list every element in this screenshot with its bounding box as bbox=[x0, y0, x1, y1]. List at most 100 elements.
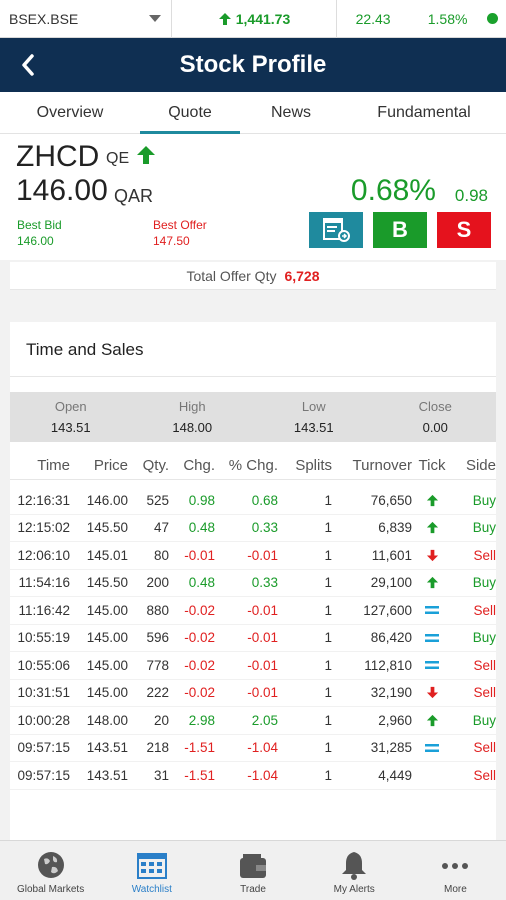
section-title: Time and Sales bbox=[26, 340, 144, 359]
nav-watchlist[interactable]: Watchlist bbox=[101, 841, 202, 900]
table-row: 10:55:06 145.00 778 -0.02 -0.01 1 112,810 Sell bbox=[10, 652, 496, 680]
trade-side: Buy bbox=[472, 492, 496, 508]
trade-turnover: 32,190 bbox=[370, 685, 412, 701]
tab-fundamental[interactable]: Fundamental bbox=[342, 92, 506, 134]
trade-splits: 1 bbox=[324, 657, 332, 673]
tick-equal-icon bbox=[412, 660, 452, 670]
trade-splits: 1 bbox=[324, 712, 332, 728]
trade-qty: 778 bbox=[146, 657, 169, 673]
trade-price: 145.00 bbox=[86, 685, 128, 701]
trade-side: Sell bbox=[473, 602, 496, 618]
column-header: Turnover bbox=[352, 457, 412, 474]
index-value: 1,441.73 bbox=[235, 10, 291, 27]
trades-table-body: 12:16:31 146.00 525 0.98 0.68 1 76,650 Buy 12:15… bbox=[10, 487, 496, 790]
column-header: Price bbox=[93, 457, 128, 474]
trade-change-pct: -0.01 bbox=[247, 657, 278, 673]
nav-global-markets[interactable]: Global Markets bbox=[0, 841, 101, 900]
watchlist-icon bbox=[136, 853, 167, 879]
bell-icon bbox=[342, 852, 367, 880]
trade-time: 11:54:16 bbox=[18, 575, 70, 591]
table-row: 11:16:42 145.00 880 -0.02 -0.01 1 127,600 Sell bbox=[10, 597, 496, 625]
trade-change: 2.98 bbox=[188, 712, 215, 728]
trade-change-pct: -0.01 bbox=[247, 630, 278, 646]
document-refresh-icon bbox=[323, 218, 350, 242]
divider bbox=[10, 376, 496, 377]
summary-value: 0.00 bbox=[422, 420, 448, 435]
tick-equal-icon bbox=[412, 743, 452, 753]
summary-value: 148.00 bbox=[172, 420, 213, 435]
column-header: % Chg. bbox=[228, 457, 278, 474]
trade-time: 12:15:02 bbox=[17, 520, 70, 536]
trade-change: 0.98 bbox=[188, 492, 215, 508]
trade-time: 10:55:06 bbox=[17, 657, 70, 673]
price-summary: Open 143.51 High 148.00 Low 143.51 Close… bbox=[10, 392, 496, 442]
trade-time: 10:00:28 bbox=[17, 712, 70, 728]
trade-side: Buy bbox=[472, 630, 496, 646]
summary-label: High bbox=[178, 399, 206, 414]
quote-panel: ZHCD QE 146.00 QAR 0.68% 0.98 Best Bid 1… bbox=[0, 134, 506, 260]
tab-overview[interactable]: Overview bbox=[0, 92, 140, 134]
column-header: Tick bbox=[418, 457, 446, 474]
trade-side: Sell bbox=[473, 767, 496, 783]
trade-qty: 200 bbox=[146, 575, 169, 591]
trade-side: Sell bbox=[473, 657, 496, 673]
column-header: Qty. bbox=[142, 457, 169, 474]
table-row: 09:57:15 143.51 31 -1.51 -1.04 1 4,449 Sell bbox=[10, 762, 496, 790]
exchange-selector[interactable]: BSEX.BSE bbox=[0, 0, 172, 38]
nav-label: Global Markets bbox=[16, 884, 85, 895]
trade-turnover: 11,601 bbox=[371, 547, 412, 563]
trade-price: 145.00 bbox=[86, 657, 128, 673]
trade-price: 145.00 bbox=[86, 630, 128, 646]
tick-up-icon bbox=[412, 714, 452, 727]
more-icon bbox=[442, 863, 469, 869]
buy-button[interactable]: B bbox=[373, 212, 427, 248]
trade-change: -1.51 bbox=[184, 767, 215, 783]
table-row: 10:00:28 148.00 20 2.98 2.05 1 2,960 Buy bbox=[10, 707, 496, 735]
trade-time: 11:16:42 bbox=[18, 602, 70, 618]
table-row: 11:54:16 145.50 200 0.48 0.33 1 29,100 Buy bbox=[10, 570, 496, 597]
market-status-dot-icon bbox=[487, 13, 498, 24]
trade-price: 146.00 bbox=[86, 492, 128, 508]
trade-price: 143.51 bbox=[86, 767, 128, 783]
total-offer-value: 6,728 bbox=[284, 267, 320, 284]
trade-qty: 31 bbox=[153, 767, 169, 783]
tab-news[interactable]: News bbox=[240, 92, 342, 134]
trade-change-pct: 2.05 bbox=[251, 712, 278, 728]
trade-change: -0.02 bbox=[184, 685, 215, 701]
tab-quote[interactable]: Quote bbox=[140, 92, 240, 134]
nav-label: Watchlist bbox=[131, 884, 172, 895]
tick-up-icon bbox=[412, 494, 452, 507]
table-header: Time Price Qty. Chg. % Chg. Splits Turno… bbox=[10, 452, 496, 480]
change-percent: 0.68% bbox=[350, 174, 436, 207]
column-header: Side bbox=[465, 457, 496, 474]
nav-trade[interactable]: Trade bbox=[202, 841, 303, 900]
trade-splits: 1 bbox=[324, 575, 332, 591]
nav-my-alerts[interactable]: My Alerts bbox=[304, 841, 405, 900]
trade-price: 143.51 bbox=[86, 740, 128, 756]
column-header: Splits bbox=[295, 457, 332, 474]
trade-turnover: 86,420 bbox=[370, 630, 412, 646]
page-title: Stock Profile bbox=[179, 51, 327, 78]
back-arrow-icon[interactable] bbox=[16, 50, 40, 80]
index-change-pct: 1.58% bbox=[427, 10, 468, 27]
trade-turnover: 2,960 bbox=[378, 712, 412, 728]
stock-symbol: ZHCD bbox=[16, 140, 100, 173]
sell-button[interactable]: S bbox=[437, 212, 491, 248]
order-list-button[interactable] bbox=[309, 212, 363, 248]
trade-price: 145.50 bbox=[86, 520, 128, 536]
nav-more[interactable]: More bbox=[405, 841, 506, 900]
trade-change-pct: -0.01 bbox=[247, 685, 278, 701]
index-change: 22.43 bbox=[355, 10, 391, 27]
wallet-icon bbox=[240, 854, 266, 878]
profile-tabs: Overview Quote News Fundamental bbox=[0, 92, 506, 134]
trade-qty: 222 bbox=[146, 685, 169, 701]
summary-low: Low 143.51 bbox=[253, 392, 375, 442]
trade-time: 12:16:31 bbox=[17, 492, 70, 508]
trade-qty: 218 bbox=[146, 740, 169, 756]
trade-change-pct: -1.04 bbox=[247, 767, 278, 783]
trade-time: 09:57:15 bbox=[17, 740, 70, 756]
trade-change-pct: 0.68 bbox=[251, 492, 278, 508]
trade-change: 0.48 bbox=[188, 575, 215, 591]
market-ticker-bar: BSEX.BSE 1,441.73 22.43 1.58% bbox=[0, 0, 506, 38]
trade-side: Sell bbox=[473, 685, 496, 701]
